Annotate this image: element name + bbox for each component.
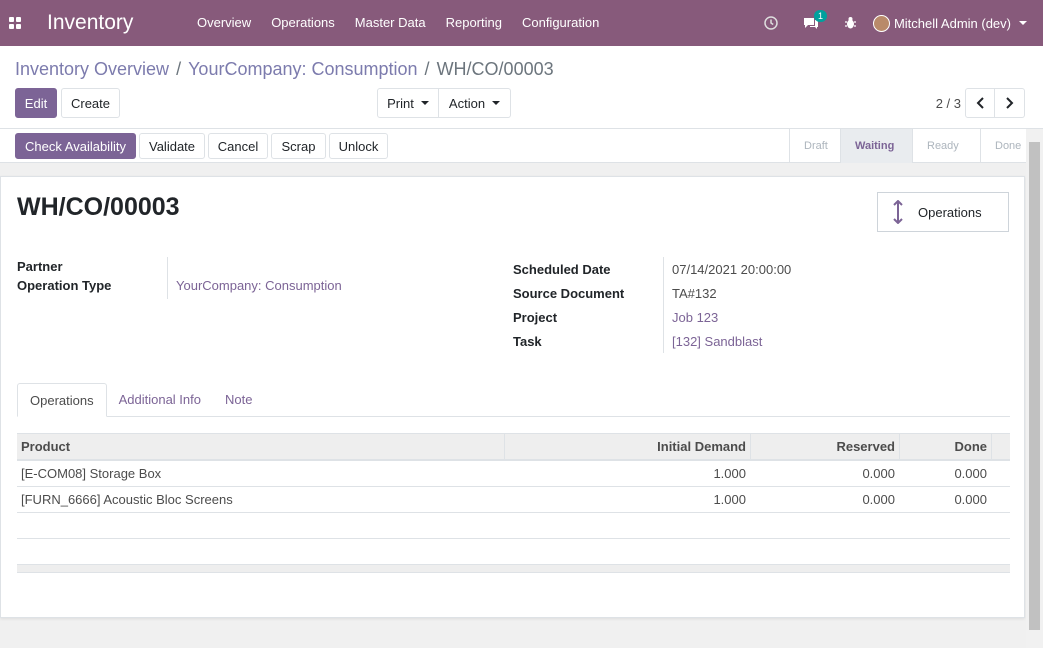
cell-initial-demand: 1.000 <box>713 466 746 481</box>
field-label: Project <box>513 309 558 325</box>
field-value-link[interactable]: [132] Sandblast <box>663 334 762 349</box>
user-name: Mitchell Admin (dev) <box>893 15 1011 31</box>
scrap-button[interactable]: Scrap <box>271 133 326 159</box>
field-source-document: Source Document TA#132 <box>513 281 791 305</box>
smart-button-label: Operations <box>918 204 982 220</box>
field-value: 07/14/2021 20:00:00 <box>672 261 792 277</box>
column-header-reserved[interactable]: Reserved <box>750 434 899 459</box>
main-menu: Overview Operations Master Data Reportin… <box>187 0 609 46</box>
menu-item-operations[interactable]: Operations <box>261 0 345 46</box>
field-value-link[interactable]: YourCompany: Consumption <box>167 278 342 293</box>
action-dropdowns: Print Action <box>377 88 511 118</box>
empty-table-row <box>17 539 1010 565</box>
field-value: TA#132 <box>672 285 717 301</box>
table-row[interactable]: [E-COM08] Storage Box 1.000 0.000 0.000 <box>17 461 1010 487</box>
breadcrumb-separator: / <box>424 59 430 79</box>
user-menu[interactable]: Mitchell Admin (dev) <box>872 14 1027 32</box>
field-label: Task <box>513 333 542 349</box>
column-header-product[interactable]: Product <box>17 434 504 459</box>
tab-operations[interactable]: Operations <box>17 383 107 417</box>
operations-table: Product Initial Demand Reserved Done [E-… <box>17 433 1010 573</box>
menu-item-overview[interactable]: Overview <box>187 0 261 46</box>
arrows-vertical-icon <box>878 200 918 224</box>
breadcrumb-current: WH/CO/00003 <box>436 59 554 79</box>
field-label: Source Document <box>513 285 625 301</box>
tab-note[interactable]: Note <box>213 383 264 417</box>
cell-done: 0.000 <box>954 466 987 481</box>
breadcrumb-operation-type[interactable]: YourCompany: Consumption <box>188 59 417 80</box>
field-project: Project Job 123 <box>513 305 791 329</box>
stage-draft: Draft <box>789 129 840 163</box>
caret-down-icon <box>420 101 429 105</box>
field-label: Scheduled Date <box>513 261 611 277</box>
check-availability-button[interactable]: Check Availability <box>15 133 136 159</box>
breadcrumb-separator: / <box>176 59 182 79</box>
notebook-tabs: Operations Additional Info Note <box>17 383 1010 417</box>
pager-next-button[interactable] <box>995 88 1025 118</box>
print-dropdown[interactable]: Print <box>377 88 439 118</box>
field-label: Operation Type <box>17 278 112 293</box>
activity-clock-icon[interactable] <box>751 16 791 30</box>
stage-pipeline: Draft Waiting Ready Done <box>789 129 1043 163</box>
menu-item-reporting[interactable]: Reporting <box>436 0 512 46</box>
cell-product: [E-COM08] Storage Box <box>21 466 162 481</box>
cell-product: [FURN_6666] Acoustic Bloc Screens <box>21 492 233 507</box>
column-header-done[interactable]: Done <box>899 434 991 459</box>
action-dropdown[interactable]: Action <box>439 88 511 118</box>
control-panel: Inventory Overview / YourCompany: Consum… <box>0 46 1043 129</box>
table-footer <box>17 565 1010 573</box>
messages-badge: 1 <box>813 10 827 22</box>
scrollbar-thumb[interactable] <box>1029 142 1040 630</box>
pager-value[interactable]: 2 / 3 <box>936 96 961 111</box>
stage-ready: Ready <box>912 129 980 163</box>
pager-previous-button[interactable] <box>965 88 995 118</box>
menu-item-master-data[interactable]: Master Data <box>345 0 436 46</box>
chevron-down-icon <box>1019 21 1027 25</box>
chevron-left-icon <box>976 97 984 109</box>
caret-down-icon <box>492 101 501 105</box>
validate-button[interactable]: Validate <box>139 133 205 159</box>
debug-bug-icon[interactable] <box>831 16 871 30</box>
breadcrumb: Inventory Overview / YourCompany: Consum… <box>15 59 554 80</box>
empty-table-row <box>17 513 1010 539</box>
print-label: Print <box>387 95 414 111</box>
apps-menu-icon[interactable] <box>0 0 30 46</box>
unlock-button[interactable]: Unlock <box>329 133 388 159</box>
form-sheet: WH/CO/00003 Operations Partner Operation… <box>0 176 1025 618</box>
menu-item-configuration[interactable]: Configuration <box>512 0 609 46</box>
breadcrumb-inventory-overview[interactable]: Inventory Overview <box>15 59 169 80</box>
operations-smart-button[interactable]: Operations <box>877 192 1009 232</box>
action-label: Action <box>448 95 486 111</box>
edit-button[interactable]: Edit <box>15 88 57 118</box>
field-value-link[interactable]: Job 123 <box>663 310 718 325</box>
cell-initial-demand: 1.000 <box>713 492 746 507</box>
field-scheduled-date: Scheduled Date 07/14/2021 20:00:00 <box>513 257 791 281</box>
pager: 2 / 3 <box>936 88 1025 118</box>
tab-additional-info[interactable]: Additional Info <box>107 383 213 417</box>
cancel-button[interactable]: Cancel <box>208 133 268 159</box>
chevron-right-icon <box>1006 97 1014 109</box>
record-title: WH/CO/00003 <box>17 193 180 221</box>
field-partner: Partner <box>17 257 342 276</box>
cell-done: 0.000 <box>954 492 987 507</box>
cell-reserved: 0.000 <box>862 492 895 507</box>
cell-reserved: 0.000 <box>862 466 895 481</box>
field-operation-type: Operation Type YourCompany: Consumption <box>17 276 342 295</box>
column-header-initial-demand[interactable]: Initial Demand <box>504 434 750 459</box>
status-bar: Check Availability Validate Cancel Scrap… <box>0 129 1043 163</box>
stage-waiting: Waiting <box>840 129 912 163</box>
field-label: Partner <box>17 259 63 274</box>
top-navbar: Inventory Overview Operations Master Dat… <box>0 0 1043 46</box>
avatar <box>872 14 890 32</box>
app-title[interactable]: Inventory <box>47 11 177 35</box>
field-task: Task [132] Sandblast <box>513 329 791 353</box>
messages-icon[interactable]: 1 <box>791 10 831 30</box>
table-header: Product Initial Demand Reserved Done <box>17 433 1010 461</box>
create-button[interactable]: Create <box>61 88 120 118</box>
right-field-group: Scheduled Date 07/14/2021 20:00:00 Sourc… <box>513 257 791 353</box>
table-row[interactable]: [FURN_6666] Acoustic Bloc Screens 1.000 … <box>17 487 1010 513</box>
column-header-options <box>991 434 1010 459</box>
left-field-group: Partner Operation Type YourCompany: Cons… <box>17 257 342 295</box>
